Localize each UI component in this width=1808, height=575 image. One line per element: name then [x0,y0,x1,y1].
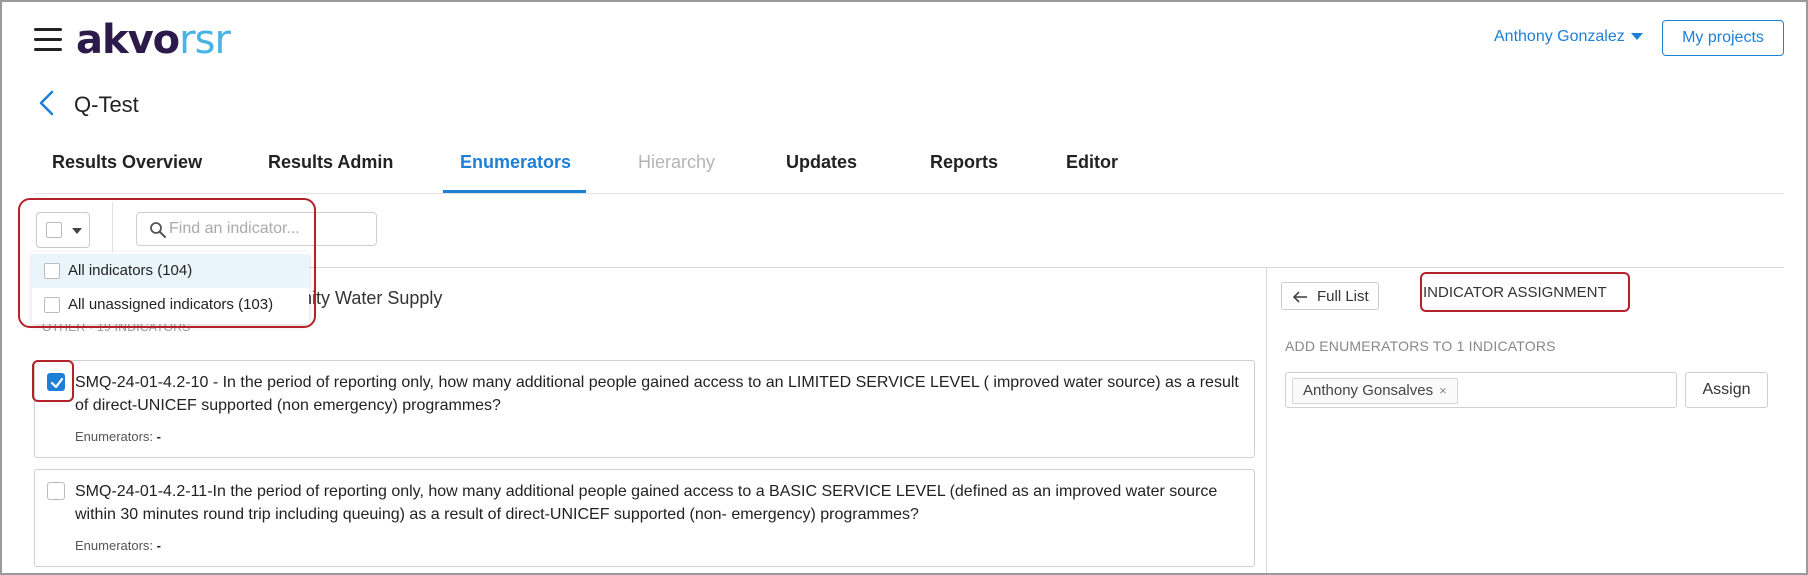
dropdown-item-all-indicators[interactable]: All indicators (104) [32,254,309,288]
indicator-assignment-heading: INDICATOR ASSIGNMENT [1423,284,1607,301]
tab-reports[interactable]: Reports [930,152,998,173]
enumerators-label: Enumerators: [75,429,154,444]
indicator-enumerators: Enumerators: - [75,538,161,553]
indicator-card[interactable]: SMQ-24-01-4.2-10 - In the period of repo… [34,360,1255,458]
caret-down-icon [72,228,82,234]
dropdown-item-label: All unassigned indicators (103) [68,296,274,313]
group-title: nity Water Supply [302,288,443,308]
tab-hierarchy: Hierarchy [638,152,716,172]
indicator-title: SMQ-24-01-4.2-10 - In the period of repo… [75,374,1239,414]
enumerators-value: - [156,429,162,444]
tab-results-admin[interactable]: Results Admin [268,152,393,173]
add-enumerators-label: ADD ENUMERATORS TO 1 INDICATORS [1285,338,1556,354]
tab-enumerators[interactable]: Enumerators [460,152,571,173]
enumerator-tag-label: Anthony Gonsalves [1303,382,1434,399]
user-name: Anthony Gonzalez [1494,28,1625,45]
dropdown-item-checkbox[interactable] [44,263,60,279]
tab-results-overview[interactable]: Results Overview [52,152,202,173]
hamburger-menu-icon[interactable] [34,28,62,52]
search-icon [150,222,166,238]
tab-bar: Results Overview Results Admin Enumerato… [34,142,1784,194]
dropdown-item-checkbox[interactable] [44,297,60,313]
indicator-checkbox[interactable] [47,373,65,391]
remove-tag-icon[interactable]: × [1439,383,1447,398]
dropdown-item-all-unassigned[interactable]: All unassigned indicators (103) [32,288,309,322]
dropdown-item-label: All indicators (104) [68,262,193,279]
tab-updates[interactable]: Updates [786,152,857,173]
my-projects-button[interactable]: My projects [1662,20,1784,56]
assignment-panel: Full List INDICATOR ASSIGNMENT ADD ENUME… [1266,267,1784,573]
search-input[interactable] [169,213,374,245]
indicator-title: SMQ-24-01-4.2-11-In the period of report… [75,483,1218,523]
back-chevron-icon[interactable] [36,90,58,116]
enumerators-label: Enumerators: [75,538,154,553]
akvo-rsr-logo[interactable]: akvorsr [76,16,231,64]
page-title: Q-Test [74,92,139,117]
logo-text-rsr: rsr [179,17,231,63]
full-list-button[interactable]: Full List [1281,282,1379,310]
active-tab-indicator [443,190,586,193]
select-all-dropdown-button[interactable] [36,212,90,248]
assign-button[interactable]: Assign [1685,372,1768,408]
search-field[interactable] [136,212,377,246]
arrow-left-icon [1292,291,1307,303]
logo-text-akvo: akvo [76,17,180,63]
select-all-checkbox[interactable] [46,222,62,238]
full-list-label: Full List [1317,288,1369,305]
indicator-checkbox[interactable] [47,482,65,500]
checkmark-icon [50,377,64,389]
indicator-enumerators: Enumerators: - [75,429,161,444]
user-menu[interactable]: Anthony Gonzalez [1494,28,1643,46]
enumerators-value: - [156,538,162,553]
enumerator-tag: Anthony Gonsalves × [1292,378,1458,404]
indicator-card[interactable]: SMQ-24-01-4.2-11-In the period of report… [34,469,1255,567]
tab-editor[interactable]: Editor [1066,152,1118,173]
enumerator-select[interactable]: Anthony Gonsalves × [1285,372,1677,408]
select-dropdown-menu: All indicators (104) All unassigned indi… [32,252,309,324]
app-window: akvorsr Anthony Gonzalez My projects Q-T… [0,0,1808,575]
caret-down-icon [1630,33,1643,41]
